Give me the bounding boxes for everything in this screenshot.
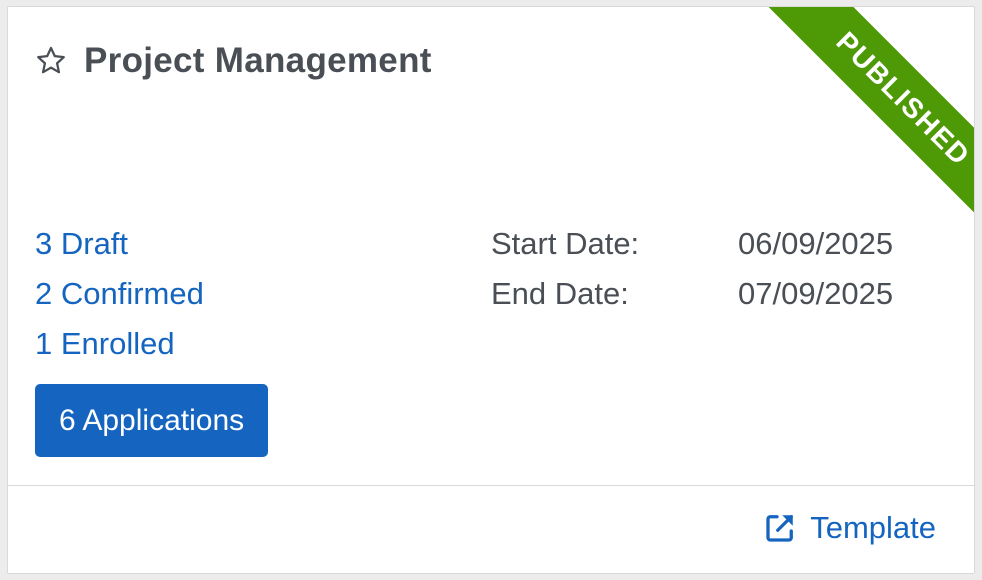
end-date-row: End Date: 07/09/2025 — [491, 269, 893, 319]
card-header: Project Management — [34, 41, 432, 81]
external-link-icon — [766, 515, 794, 542]
star-icon[interactable] — [34, 44, 68, 78]
published-ribbon: PUBLISHED — [765, 7, 974, 237]
template-link[interactable]: Template — [762, 510, 936, 546]
enrolled-link[interactable]: 1 Enrolled — [35, 319, 204, 369]
card-title: Project Management — [84, 41, 432, 80]
status-counts: 3 Draft 2 Confirmed 1 Enrolled — [35, 219, 204, 369]
end-date-value: 07/09/2025 — [738, 276, 894, 311]
course-card: Project Management PUBLISHED 3 Draft 2 C… — [7, 6, 975, 574]
date-info: Start Date: 06/09/2025 End Date: 07/09/2… — [491, 219, 893, 319]
start-date-row: Start Date: 06/09/2025 — [491, 219, 893, 269]
status-ribbon-container: PUBLISHED — [734, 7, 974, 247]
draft-link[interactable]: 3 Draft — [35, 219, 204, 269]
card-divider — [8, 485, 974, 486]
start-date-label: Start Date: — [491, 226, 640, 261]
confirmed-link[interactable]: 2 Confirmed — [35, 269, 204, 319]
template-link-label: Template — [810, 510, 936, 545]
start-date-value: 06/09/2025 — [738, 226, 894, 261]
end-date-label: End Date: — [491, 276, 629, 311]
applications-button[interactable]: 6 Applications — [35, 384, 269, 457]
